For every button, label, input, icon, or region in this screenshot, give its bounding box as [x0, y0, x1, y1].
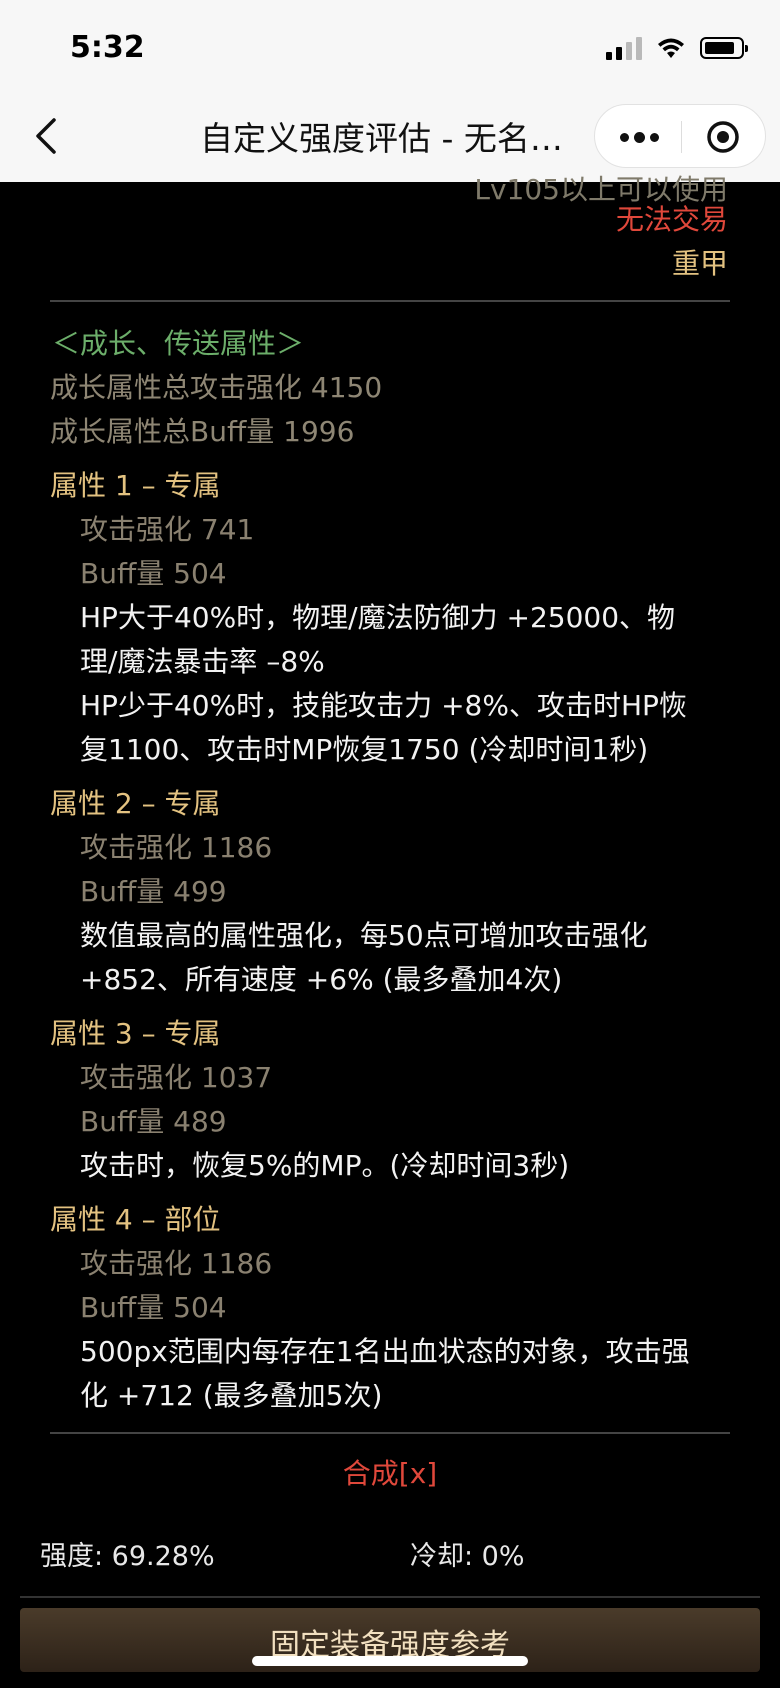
attribute-1-atk: 攻击强化 741 — [80, 513, 255, 546]
attribute-1-desc-3: HP少于40%时，技能攻击力 +8%、攻击时HP恢 — [80, 689, 687, 722]
close-target-icon[interactable] — [705, 119, 741, 155]
synth-link[interactable]: 合成[x] — [0, 1452, 780, 1492]
capsule-separator — [681, 121, 682, 153]
attribute-1-title: 属性 1 – 专属 — [50, 469, 221, 502]
divider-top — [50, 300, 730, 302]
attribute-3-title: 属性 3 – 专属 — [50, 1017, 221, 1050]
attribute-2-desc-1: 数值最高的属性强化，每50点可增加攻击强化 — [80, 919, 648, 952]
mini-program-capsule — [594, 104, 766, 168]
armor-type: 重甲 — [671, 247, 728, 280]
growth-total-atk: 成长属性总攻击强化 4150 — [50, 371, 383, 404]
attribute-4-desc-2: 化 +712 (最多叠加5次) — [80, 1379, 383, 1412]
attribute-1-buff: Buff量 504 — [80, 557, 227, 590]
home-indicator[interactable] — [252, 1656, 528, 1666]
top-bar: 5:32 自定义强度评估 - 无名… — [0, 0, 780, 182]
status-icons — [606, 36, 748, 60]
trade-status: 无法交易 — [615, 203, 728, 236]
attribute-2-buff: Buff量 499 — [80, 875, 227, 908]
attribute-4-atk: 攻击强化 1186 — [80, 1247, 273, 1280]
attribute-3-buff: Buff量 489 — [80, 1105, 227, 1138]
back-arrow-icon[interactable] — [28, 112, 68, 160]
growth-total-buff: 成长属性总Buff量 1996 — [50, 415, 355, 448]
item-detail-panel: Lv105以上可以使用 无法交易 重甲 ＜成长、传送属性＞ 成长属性总攻击强化 … — [0, 173, 780, 1688]
more-dots-icon[interactable] — [615, 123, 663, 151]
attribute-4-desc-1: 500px范围内每存在1名出血状态的对象，攻击强 — [80, 1335, 690, 1368]
growth-header: ＜成长、传送属性＞ — [52, 327, 305, 360]
attribute-2-desc-2: +852、所有速度 +6% (最多叠加4次) — [80, 963, 563, 996]
attribute-1-desc-1: HP大于40%时，物理/魔法防御力 +25000、物 — [80, 601, 676, 634]
attribute-2-title: 属性 2 – 专属 — [50, 787, 221, 820]
attribute-1-desc-4: 复1100、攻击时MP恢复1750 (冷却时间1秒) — [80, 733, 649, 766]
attribute-2-atk: 攻击强化 1186 — [80, 831, 273, 864]
attribute-4-buff: Buff量 504 — [80, 1291, 227, 1324]
page-title: 自定义强度评估 - 无名… — [200, 119, 563, 158]
wifi-icon — [658, 38, 684, 58]
attribute-4-title: 属性 4 – 部位 — [50, 1203, 221, 1236]
attribute-3-atk: 攻击强化 1037 — [80, 1061, 273, 1094]
status-time: 5:32 — [70, 30, 145, 65]
attribute-3-desc-1: 攻击时，恢复5%的MP。(冷却时间3秒) — [80, 1149, 570, 1182]
cooldown-value: 冷却: 0% — [410, 1541, 525, 1572]
strength-value: 强度: 69.28% — [40, 1541, 215, 1572]
divider-stats — [20, 1596, 760, 1598]
battery-icon — [700, 37, 748, 59]
divider-bottom — [50, 1432, 730, 1434]
attribute-1-desc-2: 理/魔法暴击率 –8% — [80, 645, 325, 678]
signal-icon — [606, 36, 642, 60]
